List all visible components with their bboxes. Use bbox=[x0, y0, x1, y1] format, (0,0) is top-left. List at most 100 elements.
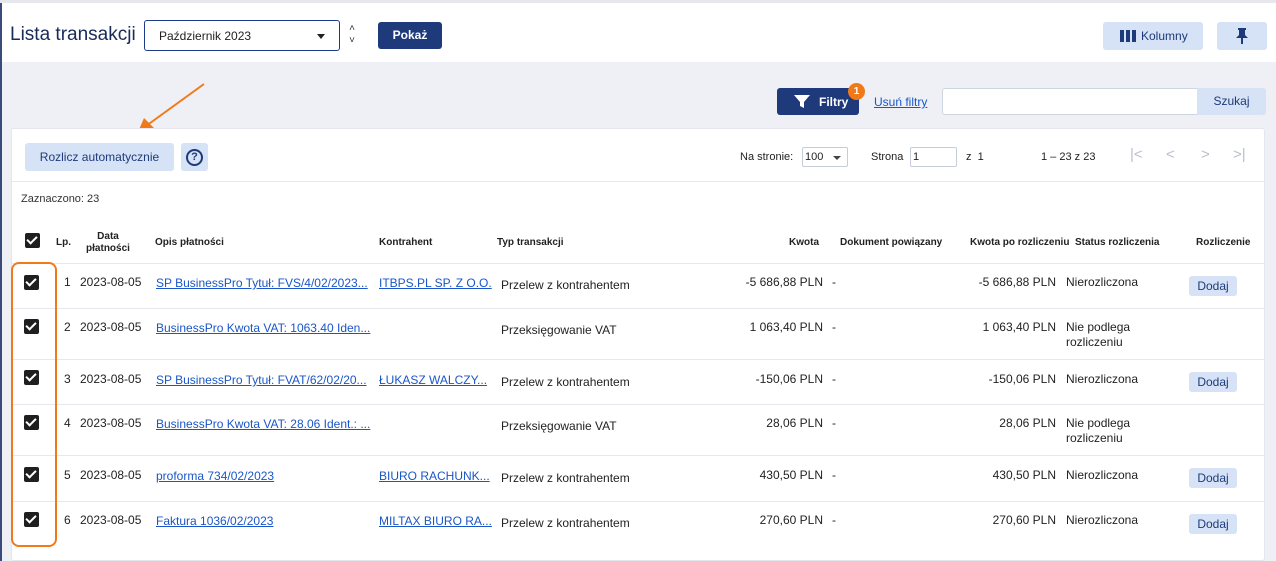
first-page-icon[interactable]: |< bbox=[1130, 146, 1143, 163]
row-amount-after: 28,06 PLN bbox=[999, 416, 1056, 430]
row-status-line2: rozliczeniu bbox=[1066, 431, 1123, 445]
select-all-checkbox[interactable] bbox=[25, 233, 40, 248]
month-stepper[interactable]: ˄ ˅ bbox=[344, 23, 360, 51]
col-status: Status rozliczenia bbox=[1075, 237, 1160, 248]
row-status: Nierozliczona bbox=[1066, 372, 1139, 386]
divider bbox=[12, 359, 1264, 360]
row-description-link[interactable]: BusinessPro Kwota VAT: 28.06 Ident.: ... bbox=[156, 417, 370, 431]
help-button[interactable]: ? bbox=[181, 143, 208, 171]
chevron-down-icon bbox=[833, 156, 841, 160]
row-document: - bbox=[832, 513, 836, 527]
checkbox-highlight-annotation bbox=[11, 262, 57, 547]
add-settlement-button[interactable]: Dodaj bbox=[1189, 276, 1237, 296]
row-status: Nie podlega bbox=[1066, 320, 1131, 334]
filters-button[interactable]: Filtry bbox=[777, 88, 859, 115]
page-title: Lista transakcji bbox=[10, 24, 136, 45]
row-amount-after: 1 063,40 PLN bbox=[982, 320, 1056, 334]
next-page-icon[interactable]: > bbox=[1201, 146, 1210, 163]
row-status: Nierozliczona bbox=[1066, 275, 1139, 289]
row-lp: 3 bbox=[64, 372, 71, 386]
filters-count-badge: 1 bbox=[848, 83, 865, 100]
help-icon: ? bbox=[186, 149, 203, 166]
show-button[interactable]: Pokaż bbox=[378, 22, 442, 49]
divider bbox=[12, 181, 1264, 182]
add-settlement-button[interactable]: Dodaj bbox=[1189, 514, 1237, 534]
row-status-line2: rozliczeniu bbox=[1066, 335, 1123, 349]
row-contractor-link[interactable]: BIURO RACHUNK... bbox=[379, 469, 490, 483]
col-contractor: Kontrahent bbox=[379, 237, 433, 248]
row-contractor-link[interactable]: MILTAX BIURO RA... bbox=[379, 514, 492, 528]
search-input[interactable] bbox=[942, 88, 1198, 115]
row-amount: 270,60 PLN bbox=[759, 513, 823, 527]
row-status: Nie podlega bbox=[1066, 416, 1131, 430]
row-description-link[interactable]: SP BusinessPro Tytuł: FVS/4/02/2023... bbox=[156, 276, 368, 290]
row-date: 2023-08-05 bbox=[80, 513, 142, 527]
row-contractor-link[interactable]: ITBPS.PL SP. Z O.O. bbox=[379, 276, 492, 290]
filters-button-label: Filtry bbox=[819, 95, 849, 109]
divider bbox=[12, 308, 1264, 309]
row-amount-after: 430,50 PLN bbox=[992, 468, 1056, 482]
auto-settle-button[interactable]: Rozlicz automatycznie bbox=[25, 143, 174, 171]
row-contractor-link[interactable]: ŁUKASZ WALCZY... bbox=[379, 373, 487, 387]
chevron-down-icon bbox=[317, 34, 325, 39]
per-page-value: 100 bbox=[805, 151, 824, 163]
row-amount: 430,50 PLN bbox=[759, 468, 823, 482]
col-lp: Lp. bbox=[56, 237, 71, 248]
row-description-link[interactable]: SP BusinessPro Tytuł: FVAT/62/02/20... bbox=[156, 373, 367, 387]
row-amount-after: -150,06 PLN bbox=[988, 372, 1056, 386]
row-lp: 1 bbox=[64, 275, 71, 289]
columns-icon bbox=[1120, 30, 1136, 42]
chevron-down-icon[interactable]: ˅ bbox=[344, 35, 360, 47]
row-status: Nierozliczona bbox=[1066, 513, 1139, 527]
row-lp: 6 bbox=[64, 513, 71, 527]
divider bbox=[12, 404, 1264, 405]
columns-button-label: Kolumny bbox=[1141, 29, 1188, 43]
per-page-label: Na stronie: bbox=[740, 151, 794, 163]
page-number-input[interactable]: 1 bbox=[910, 147, 957, 167]
divider bbox=[12, 501, 1264, 502]
prev-page-icon[interactable]: < bbox=[1166, 146, 1175, 163]
row-lp: 4 bbox=[64, 416, 71, 430]
row-type: Przelew z kontrahentem bbox=[501, 375, 630, 389]
selected-count: Zaznaczono: 23 bbox=[21, 193, 100, 205]
pin-button[interactable] bbox=[1217, 22, 1267, 50]
divider bbox=[12, 455, 1264, 456]
col-type: Typ transakcji bbox=[497, 237, 564, 248]
chevron-up-icon[interactable]: ˄ bbox=[344, 23, 360, 35]
row-date: 2023-08-05 bbox=[80, 275, 142, 289]
search-button[interactable]: Szukaj bbox=[1197, 88, 1266, 115]
add-settlement-button[interactable]: Dodaj bbox=[1189, 372, 1237, 392]
row-date: 2023-08-05 bbox=[80, 372, 142, 386]
row-document: - bbox=[832, 320, 836, 334]
row-amount-after: -5 686,88 PLN bbox=[978, 275, 1056, 289]
col-description: Opis płatności bbox=[155, 237, 224, 248]
col-amount-after: Kwota po rozliczeniu bbox=[970, 237, 1070, 248]
row-type: Przelew z kontrahentem bbox=[501, 471, 630, 485]
row-amount-after: 270,60 PLN bbox=[992, 513, 1056, 527]
top-bar: Lista transakcji Październik 2023 ˄ ˅ Po… bbox=[0, 0, 1276, 561]
row-description-link[interactable]: proforma 734/02/2023 bbox=[156, 469, 274, 483]
col-amount: Kwota bbox=[789, 237, 819, 248]
row-lp: 2 bbox=[64, 320, 71, 334]
last-page-icon[interactable]: >| bbox=[1233, 146, 1246, 163]
month-select[interactable]: Październik 2023 bbox=[144, 20, 340, 51]
pin-icon bbox=[1236, 28, 1248, 44]
row-amount: -5 686,88 PLN bbox=[745, 275, 823, 289]
row-type: Przeksięgowanie VAT bbox=[501, 419, 617, 433]
add-settlement-button[interactable]: Dodaj bbox=[1189, 468, 1237, 488]
row-description-link[interactable]: Faktura 1036/02/2023 bbox=[156, 514, 273, 528]
col-date-line1: Data bbox=[97, 231, 119, 242]
clear-filters-link[interactable]: Usuń filtry bbox=[874, 95, 927, 109]
page-label: Strona bbox=[871, 151, 904, 163]
col-document: Dokument powiązany bbox=[840, 237, 943, 248]
month-select-value: Październik 2023 bbox=[159, 29, 252, 43]
row-amount: 28,06 PLN bbox=[766, 416, 823, 430]
columns-button[interactable]: Kolumny bbox=[1103, 22, 1203, 50]
per-page-select[interactable]: 100 bbox=[802, 147, 848, 167]
range-label: 1 – 23 z 23 bbox=[1041, 151, 1096, 163]
row-description-link[interactable]: BusinessPro Kwota VAT: 1063.40 Iden... bbox=[156, 321, 370, 335]
row-date: 2023-08-05 bbox=[80, 416, 142, 430]
row-lp: 5 bbox=[64, 468, 71, 482]
row-type: Przelew z kontrahentem bbox=[501, 516, 630, 530]
row-document: - bbox=[832, 372, 836, 386]
